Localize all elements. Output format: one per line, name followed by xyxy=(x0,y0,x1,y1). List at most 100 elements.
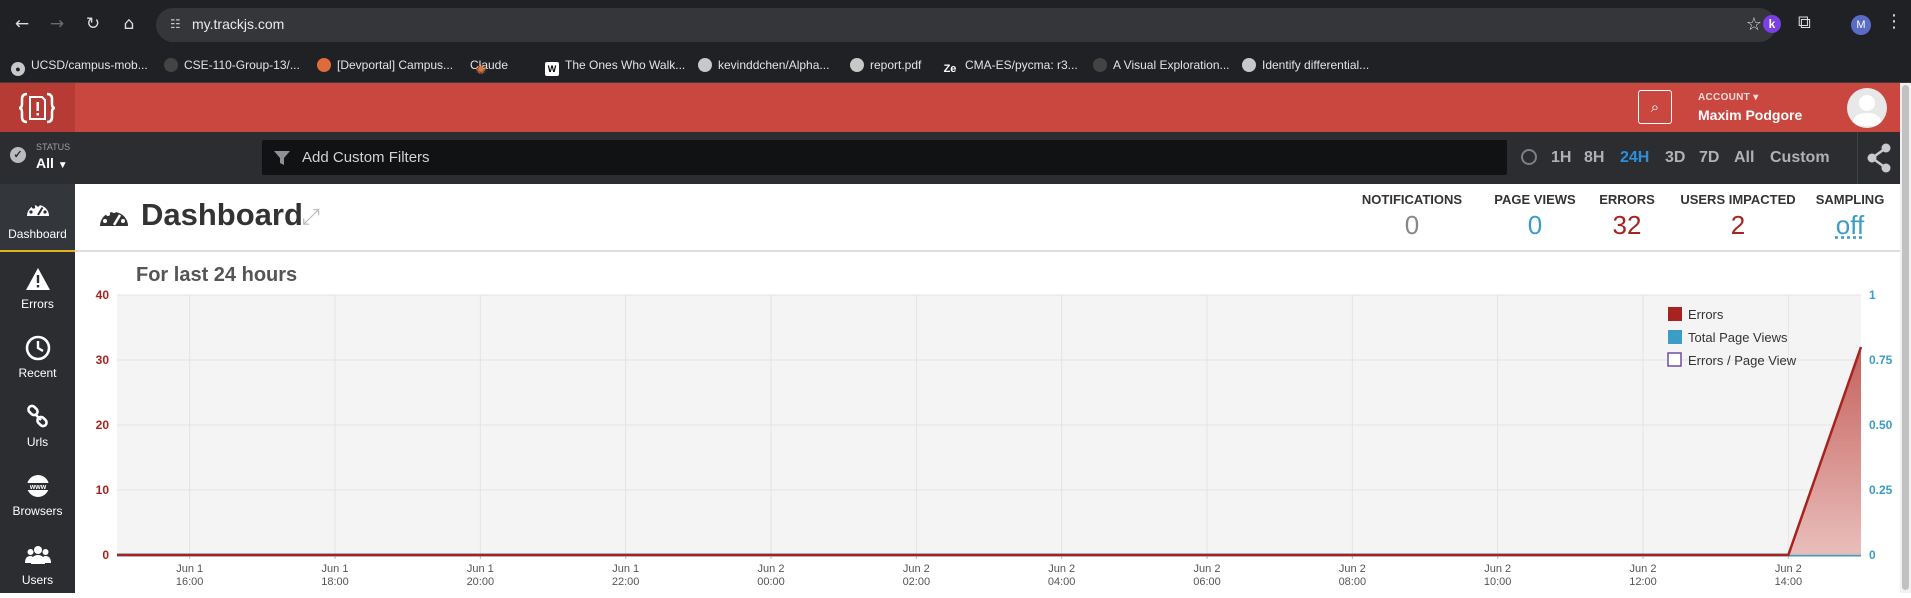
stat-sampling[interactable]: SAMPLING off xyxy=(1808,192,1892,241)
profile-avatar[interactable]: M xyxy=(1851,15,1871,35)
gauge-icon xyxy=(27,203,49,216)
sidebar-item-recent[interactable]: Recent xyxy=(0,323,75,391)
stat-page-views[interactable]: PAGE VIEWS 0 xyxy=(1475,192,1595,241)
range-24h[interactable]: 24H xyxy=(1620,149,1649,167)
reload-icon[interactable]: ↻ xyxy=(82,13,104,35)
claude-icon: ✺ xyxy=(475,63,487,78)
back-icon[interactable]: ← xyxy=(11,13,33,35)
github-icon xyxy=(164,58,178,72)
x-tick-time: 18:00 xyxy=(321,576,349,588)
bookmark-item[interactable]: report.pdf xyxy=(850,58,921,72)
errors-chart: 01020304000.250.500.751Jun 116:00Jun 118… xyxy=(96,288,1893,588)
svg-text:www: www xyxy=(29,484,47,491)
menu-icon[interactable]: ⋮ xyxy=(1885,11,1903,32)
y-tick-right: 0.25 xyxy=(1869,483,1893,497)
x-tick-date: Jun 2 xyxy=(1194,563,1221,575)
range-1h[interactable]: 1H xyxy=(1551,149,1571,167)
clock-icon xyxy=(1521,149,1537,165)
user-avatar[interactable] xyxy=(1847,88,1887,128)
bookmark-item[interactable]: kevinddchen/Alpha... xyxy=(698,58,829,72)
bookmark-star-icon[interactable]: ☆ xyxy=(1746,14,1762,35)
bookmark-item[interactable]: [Devportal] Campus... xyxy=(317,58,453,72)
legend-swatch xyxy=(1667,352,1682,367)
y-tick-left: 30 xyxy=(96,353,110,367)
distill-icon xyxy=(1093,58,1107,72)
account-name[interactable]: Maxim Podgore xyxy=(1698,107,1802,123)
stat-label: PAGE VIEWS xyxy=(1494,192,1576,207)
bookmark-item[interactable]: CSE-110-Group-13/... xyxy=(164,58,300,72)
search-button[interactable]: ⌕ xyxy=(1638,90,1672,124)
stat-notifications[interactable]: NOTIFICATIONS 0 xyxy=(1349,192,1475,241)
x-tick-date: Jun 2 xyxy=(1048,563,1075,575)
caret-down-icon: ▾ xyxy=(1753,92,1759,103)
x-tick-time: 04:00 xyxy=(1048,576,1076,588)
bookmark-item[interactable]: ● UCSD/campus-mob... xyxy=(11,58,148,76)
default-avatar-icon xyxy=(1852,95,1882,126)
sidebar-label: Errors xyxy=(21,297,54,311)
x-tick-time: 02:00 xyxy=(903,576,931,588)
sidebar-item-users[interactable]: Users xyxy=(0,530,75,598)
extensions-icon[interactable]: ⧉ xyxy=(1798,12,1811,33)
sidebar: Dashboard Errors Recent Urls www Browser… xyxy=(0,184,75,593)
stat-users-impacted[interactable]: USERS IMPACTED 2 xyxy=(1674,192,1802,241)
expand-icon[interactable]: ⤢ xyxy=(302,205,320,230)
bookmark-item[interactable]: ✺ Claude xyxy=(470,58,508,78)
range-custom[interactable]: Custom xyxy=(1770,149,1830,167)
range-all[interactable]: All xyxy=(1734,149,1754,167)
share-icon xyxy=(1867,143,1891,173)
home-icon[interactable]: ⌂ xyxy=(118,13,140,35)
stat-value: 32 xyxy=(1612,210,1642,240)
x-tick-date: Jun 2 xyxy=(1630,563,1657,575)
link-icon xyxy=(27,404,48,428)
x-tick-time: 22:00 xyxy=(612,576,640,588)
legend-swatch xyxy=(1668,307,1682,321)
y-tick-right: 0 xyxy=(1869,548,1876,562)
url-text[interactable]: my.trackjs.com xyxy=(192,16,284,32)
y-tick-left: 10 xyxy=(96,483,110,497)
y-tick-right: 0.50 xyxy=(1869,418,1893,432)
bookmark-item[interactable]: W The Ones Who Walk... xyxy=(545,58,685,76)
page-title: Dashboard xyxy=(141,197,303,232)
y-tick-right: 1 xyxy=(1869,288,1876,302)
range-7d[interactable]: 7D xyxy=(1699,149,1719,167)
range-8h[interactable]: 8H xyxy=(1584,149,1604,167)
x-tick-date: Jun 1 xyxy=(176,563,203,575)
x-tick-date: Jun 2 xyxy=(1484,563,1511,575)
sidebar-label: Urls xyxy=(26,435,49,449)
sidebar-item-urls[interactable]: Urls xyxy=(0,392,75,460)
stat-label: USERS IMPACTED xyxy=(1680,192,1796,207)
sidebar-item-dashboard[interactable]: Dashboard xyxy=(0,184,75,252)
extension-k-icon[interactable]: k xyxy=(1763,15,1781,33)
x-tick-time: 16:00 xyxy=(176,576,204,588)
stat-value[interactable]: off xyxy=(1808,210,1892,241)
sidebar-item-errors[interactable]: Errors xyxy=(0,254,75,322)
sidebar-item-browsers[interactable]: www Browsers xyxy=(0,461,75,529)
x-tick-date: Jun 2 xyxy=(1339,563,1366,575)
bookmark-item[interactable]: Ze CMA-ES/pycma: r3... xyxy=(941,58,1078,76)
stat-label: ERRORS xyxy=(1599,192,1655,207)
address-bar[interactable]: ☷ my.trackjs.com ☆ xyxy=(156,8,1776,42)
bookmark-item[interactable]: A Visual Exploration... xyxy=(1093,58,1230,72)
forward-icon[interactable]: → xyxy=(46,13,68,35)
stat-errors[interactable]: ERRORS 32 xyxy=(1587,192,1667,241)
x-tick-time: 08:00 xyxy=(1339,576,1367,588)
status-value: All ▼ xyxy=(36,155,68,171)
x-tick-time: 10:00 xyxy=(1484,576,1512,588)
y-tick-left: 40 xyxy=(96,288,110,302)
x-tick-date: Jun 2 xyxy=(1775,563,1802,575)
trackjs-logo[interactable] xyxy=(0,83,75,132)
dashboard-header: Dashboard ⤢ NOTIFICATIONS 0 PAGE VIEWS 0… xyxy=(75,184,1900,252)
sidebar-label: Recent xyxy=(18,366,57,380)
app-header: ⌕ ACCOUNT ▾ Maxim Podgore xyxy=(0,83,1900,132)
status-dropdown[interactable]: ✓ STATUS All ▼ xyxy=(0,132,75,184)
x-tick-time: 06:00 xyxy=(1193,576,1221,588)
share-button[interactable] xyxy=(1857,132,1900,184)
custom-filters-input[interactable]: Add Custom Filters xyxy=(262,140,1507,175)
site-info-icon[interactable]: ☷ xyxy=(170,17,186,33)
wikipedia-icon: W xyxy=(545,62,559,76)
range-3d[interactable]: 3D xyxy=(1665,149,1685,167)
bookmark-item[interactable]: Identify differential... xyxy=(1242,58,1369,72)
account-menu[interactable]: ACCOUNT ▾ xyxy=(1698,92,1759,103)
scrollbar-thumb[interactable] xyxy=(1902,85,1909,590)
x-tick-date: Jun 1 xyxy=(467,563,494,575)
